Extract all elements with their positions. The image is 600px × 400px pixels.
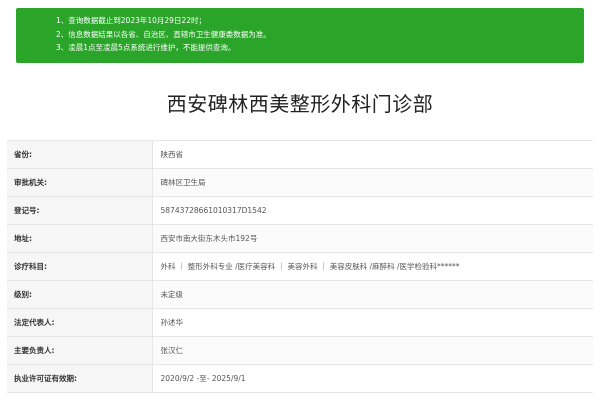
notice-line: 2、信息数据结果以各省、自治区、直辖市卫生健康委数据为准。 bbox=[56, 29, 271, 39]
field-label-departments: 诊疗科目: bbox=[7, 252, 153, 281]
field-label-address: 地址: bbox=[7, 224, 153, 253]
notice-banner: 1、查询数据截止到2023年10月29日22时； 2、信息数据结果以各省、自治区… bbox=[16, 8, 584, 63]
notice-line: 1、查询数据截止到2023年10月29日22时； bbox=[56, 16, 206, 25]
field-label-registration-number: 登记号: bbox=[7, 196, 153, 225]
field-label-license-validity: 执业许可证有效期: bbox=[7, 364, 153, 393]
table-row: 省份: 陕西省 bbox=[7, 140, 593, 169]
table-row: 地址: 西安市南大街东木头市192号 bbox=[7, 224, 593, 253]
table-row: 级别: 未定级 bbox=[7, 280, 593, 309]
field-label-legal-representative: 法定代表人: bbox=[7, 308, 153, 337]
field-value-principal: 张汉仁 bbox=[152, 336, 593, 365]
field-value-departments: 外科 ｜ 整形外科专业 /医疗美容科 ｜ 美容外科 ｜ 美容皮肤科 /麻醉科 /… bbox=[152, 252, 593, 281]
field-value-license-validity: 2020/9/2 -至- 2025/9/1 bbox=[152, 364, 593, 393]
notice-line: 3、凌晨1点至凌晨5点系统进行维护，不能提供查询。 bbox=[56, 43, 236, 52]
table-row: 法定代表人: 孙述华 bbox=[7, 308, 593, 337]
field-value-address: 西安市南大街东木头市192号 bbox=[152, 224, 593, 253]
field-label-approval-authority: 审批机关: bbox=[7, 168, 153, 197]
table-row: 执业许可证有效期: 2020/9/2 -至- 2025/9/1 bbox=[7, 364, 593, 393]
table-row: 诊疗科目: 外科 ｜ 整形外科专业 /医疗美容科 ｜ 美容外科 ｜ 美容皮肤科 … bbox=[7, 252, 593, 281]
field-value-registration-number: 58743728661010317D1542 bbox=[152, 196, 593, 225]
info-table: 省份: 陕西省 审批机关: 碑林区卫生局 登记号: 58743728661010… bbox=[7, 140, 593, 393]
table-row: 登记号: 58743728661010317D1542 bbox=[7, 196, 593, 225]
page-title: 西安碑林西美整形外科门诊部 bbox=[166, 92, 434, 116]
table-row: 主要负责人: 张汉仁 bbox=[7, 336, 593, 365]
field-value-level: 未定级 bbox=[152, 280, 593, 309]
field-label-principal: 主要负责人: bbox=[7, 336, 153, 365]
field-value-approval-authority: 碑林区卫生局 bbox=[152, 168, 593, 197]
field-value-legal-representative: 孙述华 bbox=[152, 308, 593, 337]
field-value-province: 陕西省 bbox=[152, 140, 593, 169]
field-label-province: 省份: bbox=[7, 140, 153, 169]
table-row: 审批机关: 碑林区卫生局 bbox=[7, 168, 593, 197]
field-label-level: 级别: bbox=[7, 280, 153, 309]
